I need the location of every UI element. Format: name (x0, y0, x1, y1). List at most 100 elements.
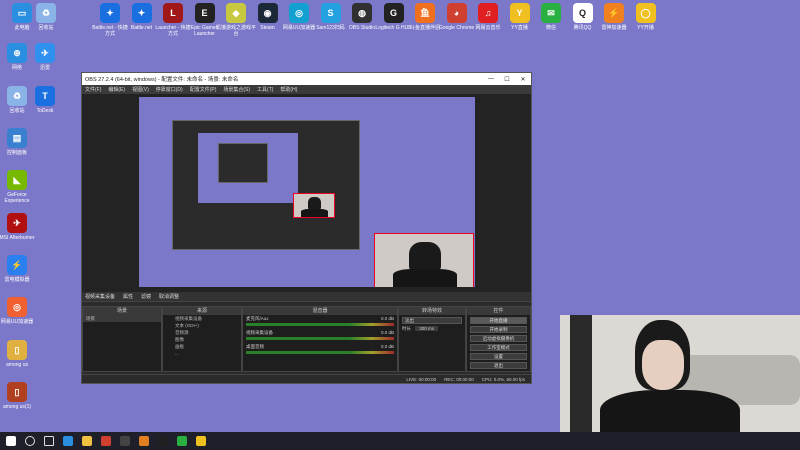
app-icon: ◎ (7, 297, 27, 317)
obs-window[interactable]: OBS 27.2.4 (64-bit, windows) - 配置文件: 未命名… (81, 72, 532, 384)
explorer-icon[interactable] (79, 433, 95, 449)
webcam-source-selected[interactable] (374, 233, 474, 287)
webcam-overlay (560, 315, 800, 432)
desktop-icon[interactable]: ▯ among us(1) (0, 382, 37, 410)
desktop-icon[interactable]: ◯ YY开播 (626, 3, 666, 31)
deselect-button[interactable]: 取消调整 (159, 293, 179, 300)
app-icon: ✈ (7, 213, 27, 233)
start-streaming-button[interactable]: 开始直播 (470, 317, 527, 324)
transition-select[interactable]: 淡出 (402, 317, 462, 324)
app-icon: ▤ (7, 128, 27, 148)
volume-meter[interactable] (246, 337, 394, 340)
obs-menubar: 文件(F) 编辑(E) 视图(V) 停靠窗口(D) 配置文件(P) 场景集合(S… (82, 85, 531, 94)
source-item[interactable]: 画板 (163, 343, 241, 350)
virtual-camera-button[interactable]: 启动虚拟摄像机 (470, 335, 527, 342)
obs-titlebar[interactable]: OBS 27.2.4 (64-bit, windows) - 配置文件: 未命名… (82, 73, 531, 85)
desktop-icon[interactable]: T ToDesk (25, 86, 65, 114)
menu-docks[interactable]: 停靠窗口(D) (156, 86, 183, 93)
desktop-icon[interactable]: ⚡ 雷电模拟器 (0, 255, 37, 283)
desktop-icon[interactable]: ◎ 网易UU加速器 (0, 297, 37, 325)
app-icon: E (194, 3, 215, 23)
desktop-icon[interactable]: ✈ MSI Afterburner (0, 213, 37, 241)
cpu-status: CPU: 0.0%, 60.00 fps (481, 376, 525, 382)
app-icon: ♻ (36, 3, 56, 23)
volume-meter[interactable] (246, 323, 394, 326)
app-icon[interactable] (155, 433, 171, 449)
source-item[interactable]: 图像 (163, 336, 241, 343)
minimize-button[interactable]: — (483, 76, 499, 83)
sources-header: 来源 (163, 307, 241, 315)
duration-input[interactable]: 300 ms (415, 326, 439, 331)
source-item[interactable]: ... (163, 350, 241, 357)
exit-button[interactable]: 退出 (470, 362, 527, 369)
chrome-icon[interactable] (98, 433, 114, 449)
desktop-icon[interactable]: ◣ GeForce Experience (0, 170, 37, 204)
launcher-icon[interactable] (136, 433, 152, 449)
desktop-icon-label: ToDesk (36, 108, 54, 114)
taskbar (0, 432, 800, 450)
app-icon: ♫ (478, 3, 498, 23)
app-icon: Y (509, 3, 530, 23)
desktop-icon-label: 控制面板 (6, 150, 27, 156)
menu-help[interactable]: 帮助(H) (280, 86, 297, 93)
menu-edit[interactable]: 编辑(E) (108, 86, 125, 93)
filters-button[interactable]: 滤镜 (141, 293, 151, 300)
close-button[interactable]: ✕ (515, 76, 531, 83)
app-icon: ◍ (352, 3, 372, 23)
search-icon[interactable] (22, 433, 38, 449)
settings-button[interactable]: 设置 (470, 353, 527, 360)
source-item[interactable]: 视频采集设备 (163, 315, 241, 322)
channel-db: 0.0 dB (380, 330, 394, 335)
nested-canvas (198, 133, 298, 203)
maximize-button[interactable]: ☐ (499, 76, 515, 83)
source-item[interactable]: 音频源 (163, 329, 241, 336)
app-icon: ♻ (7, 86, 27, 106)
desktop-icon[interactable]: ▤ 控制面板 (0, 128, 37, 156)
app-icon: ◕ (446, 3, 467, 23)
desktop-icon-label: among us (6, 362, 28, 368)
obs-preview[interactable] (82, 94, 531, 292)
source-tab: 视频采集设备 (85, 294, 116, 300)
mixer-channel[interactable]: 麦克风/Aux 0.0 dB (243, 315, 397, 329)
studio-mode-button[interactable]: 工作室模式 (470, 344, 527, 351)
app-icon: ▯ (7, 340, 27, 360)
task-view-icon[interactable] (41, 433, 57, 449)
window-buttons: — ☐ ✕ (483, 76, 531, 83)
nested-obs-window-2 (218, 143, 268, 183)
app-icon: ✦ (100, 3, 120, 23)
mixer-dock: 混音器 麦克风/Aux 0.0 dB 视频采集设备 0.0 dB 桌面音频 0.… (242, 306, 398, 372)
mixer-channel[interactable]: 桌面音频 0.0 dB (243, 343, 397, 357)
windows-start-icon[interactable] (3, 433, 19, 449)
start-recording-button[interactable]: 开始录制 (470, 326, 527, 333)
person-face (642, 340, 684, 390)
wechat-icon-glyph (177, 436, 187, 446)
menu-profile[interactable]: 配置文件(P) (190, 86, 217, 93)
desktop-icon[interactable]: ✈ 迅雷 (25, 43, 65, 71)
app-icon: ◆ (226, 3, 246, 23)
desktop-icon[interactable]: ♻ 回收站 (26, 3, 66, 31)
menu-file[interactable]: 文件(F) (85, 86, 101, 93)
menu-view[interactable]: 视图(V) (132, 86, 149, 93)
wechat-icon[interactable] (174, 433, 190, 449)
edge-icon[interactable] (60, 433, 76, 449)
app-icon: ✦ (131, 3, 152, 23)
volume-meter[interactable] (246, 351, 394, 354)
explorer-icon-glyph (82, 436, 92, 446)
preview-canvas[interactable] (139, 97, 475, 287)
mixer-channel[interactable]: 视频采集设备 0.0 dB (243, 329, 397, 343)
menu-scene-collection[interactable]: 场景集合(S) (223, 86, 250, 93)
desktop-icon[interactable]: ▯ among us (0, 340, 37, 368)
mixer-header: 混音器 (243, 307, 397, 315)
obs-icon[interactable] (117, 433, 133, 449)
app-icon: ◉ (257, 3, 278, 23)
yy-icon[interactable] (193, 433, 209, 449)
properties-button[interactable]: 属性 (123, 293, 133, 300)
sources-dock: 来源 视频采集设备 文本 (GDI+) 音频源 图像 画板 ... (162, 306, 242, 372)
scene-item[interactable]: 场景 (83, 315, 161, 322)
app-icon-glyph (158, 436, 168, 446)
menu-tools[interactable]: 工具(T) (257, 86, 273, 93)
transitions-dock: 转场特效 淡出 时长 300 ms (398, 306, 466, 372)
app-icon: ▯ (7, 382, 27, 402)
lamp (570, 315, 592, 432)
source-item[interactable]: 文本 (GDI+) (163, 322, 241, 329)
